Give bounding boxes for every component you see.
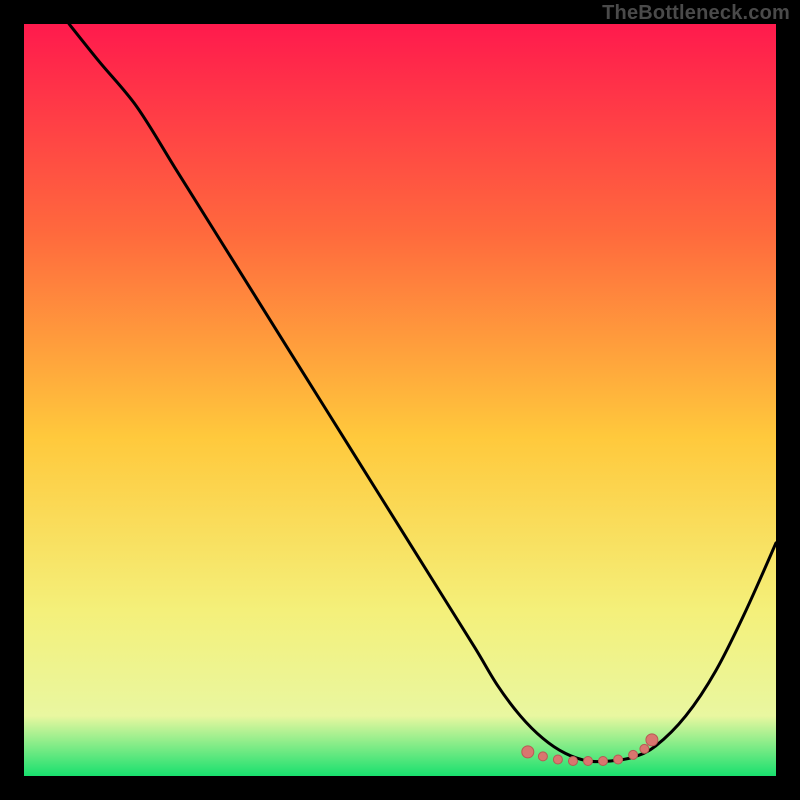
gradient-background <box>24 24 776 776</box>
chart-frame: TheBottleneck.com <box>0 0 800 800</box>
sweet-spot-marker <box>646 734 658 746</box>
sweet-spot-marker <box>599 757 608 766</box>
watermark-text: TheBottleneck.com <box>602 2 790 25</box>
sweet-spot-marker <box>538 752 547 761</box>
sweet-spot-marker <box>614 755 623 764</box>
sweet-spot-marker <box>553 755 562 764</box>
chart-svg <box>24 24 776 776</box>
sweet-spot-marker <box>522 746 534 758</box>
sweet-spot-marker <box>569 757 578 766</box>
sweet-spot-marker <box>640 744 649 753</box>
sweet-spot-marker <box>629 750 638 759</box>
sweet-spot-marker <box>584 757 593 766</box>
plot-area <box>24 24 776 776</box>
